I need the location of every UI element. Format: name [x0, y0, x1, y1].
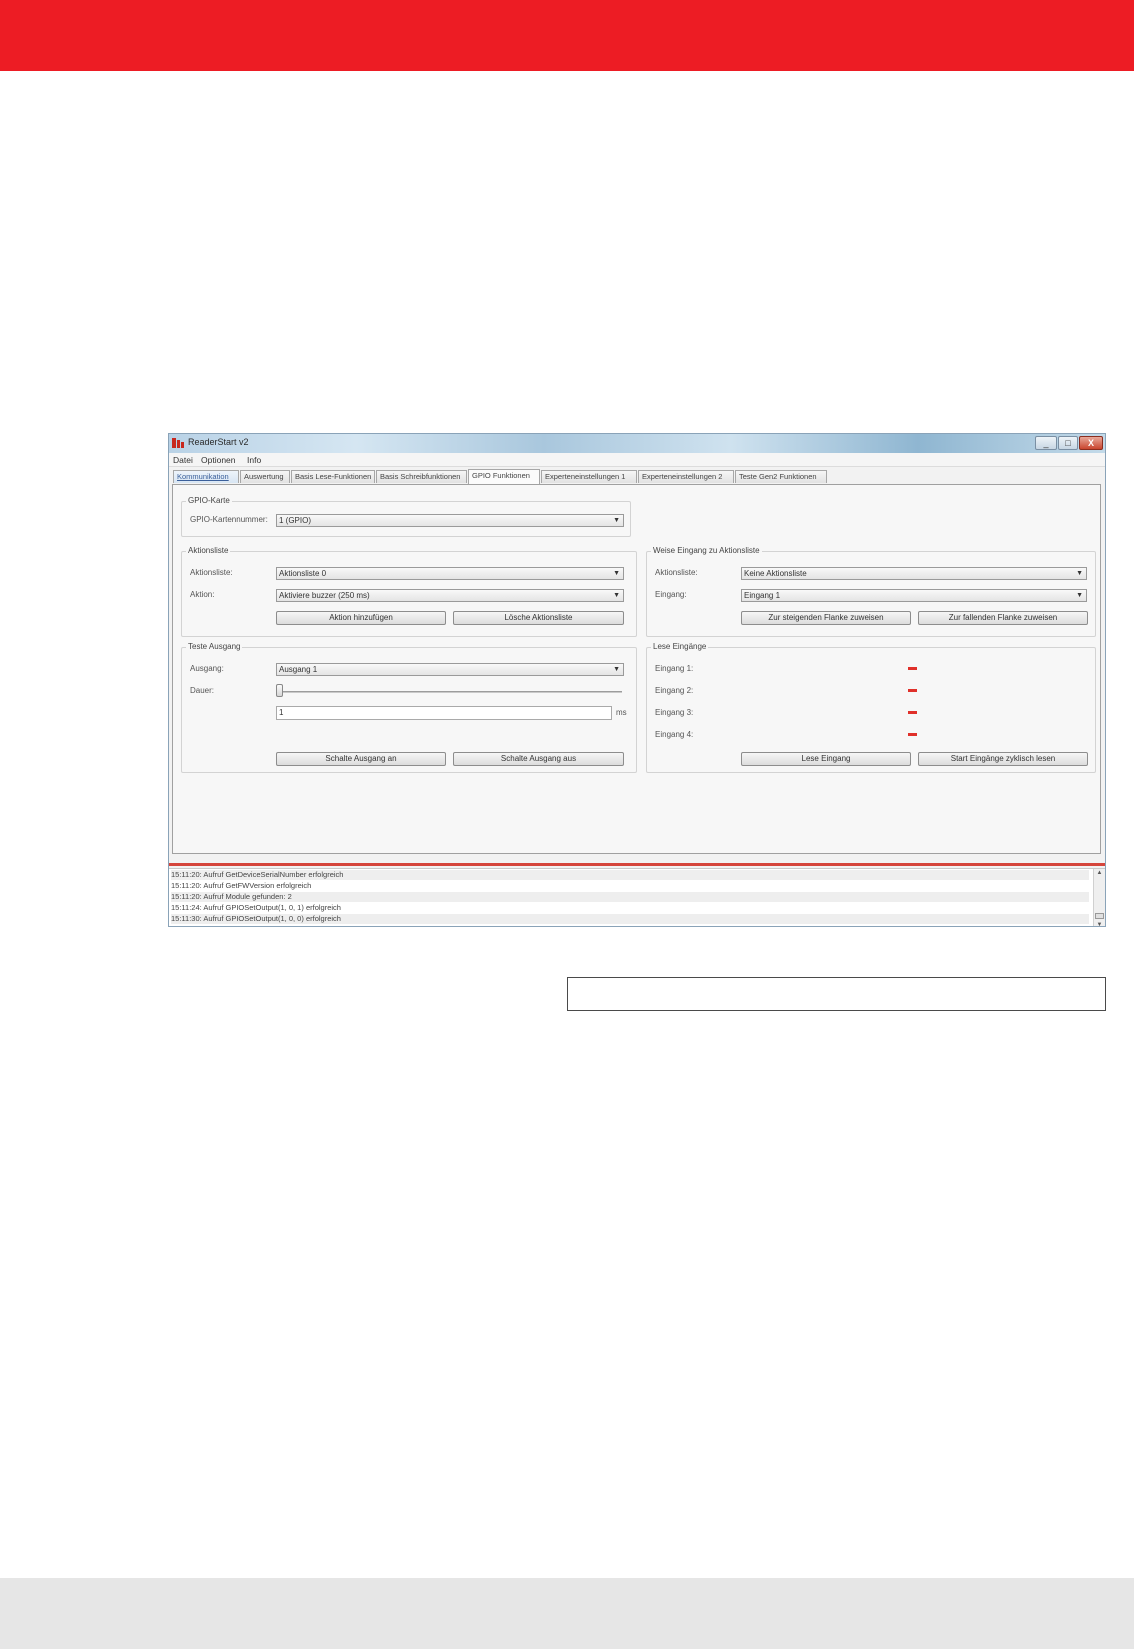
close-icon: X	[1087, 438, 1094, 448]
chevron-down-icon: ▼	[613, 517, 620, 524]
tab-teste-gen2-funktionen[interactable]: Teste Gen2 Funktionen	[735, 470, 827, 483]
minimize-button[interactable]: _	[1035, 436, 1057, 450]
action-select[interactable]: Aktiviere buzzer (250 ms) ▼	[276, 589, 624, 602]
log-line: 15:11:20: Aufruf GetFWVersion erfolgreic…	[171, 881, 312, 890]
log-scrollbar[interactable]: ▲ ▼	[1093, 869, 1105, 926]
close-button[interactable]: X	[1079, 436, 1103, 450]
delete-action-list-button[interactable]: Lösche Aktionsliste	[453, 611, 624, 625]
assign-list-value: Keine Aktionsliste	[744, 569, 807, 578]
menu-datei[interactable]: Datei	[173, 455, 193, 465]
app-logo-icon	[172, 437, 184, 449]
assign-input-label: Eingang:	[655, 590, 687, 599]
input-3-label: Eingang 3:	[655, 708, 694, 717]
output-off-button[interactable]: Schalte Ausgang aus	[453, 752, 624, 766]
input-4-label: Eingang 4:	[655, 730, 694, 739]
tab-gpio-funktionen[interactable]: GPIO Funktionen	[468, 469, 540, 484]
tab-experteneinstellungen-2[interactable]: Experteneinstellungen 2	[638, 470, 734, 483]
action-list-title: Aktionsliste	[186, 546, 231, 555]
menu-bar: Datei Optionen Info	[169, 453, 1105, 467]
caption-box	[567, 977, 1106, 1011]
gpio-panel: GPIO-Karte GPIO-Kartennummer: 1 (GPIO) ▼…	[172, 484, 1101, 854]
log-line: 15:11:30: Aufruf GPIOSetOutput(1, 0, 0) …	[171, 914, 1089, 924]
tab-auswertung[interactable]: Auswertung	[240, 470, 290, 483]
input-2-status-indicator	[908, 689, 917, 692]
tab-basis-schreibfunktionen[interactable]: Basis Schreibfunktionen	[376, 470, 467, 483]
output-label: Ausgang:	[190, 664, 224, 673]
output-on-button[interactable]: Schalte Ausgang an	[276, 752, 446, 766]
header-band	[0, 0, 1134, 71]
action-label: Aktion:	[190, 590, 215, 599]
action-value: Aktiviere buzzer (250 ms)	[279, 591, 370, 600]
action-list-label: Aktionsliste:	[190, 568, 233, 577]
read-input-button[interactable]: Lese Eingang	[741, 752, 911, 766]
chevron-down-icon: ▼	[613, 570, 620, 577]
gpio-card-title: GPIO-Karte	[186, 496, 232, 505]
log-output[interactable]: 15:11:20: Aufruf GetDeviceSerialNumber e…	[169, 868, 1105, 926]
duration-input-value: 1	[279, 708, 284, 717]
action-list-group: Aktionsliste Aktionsliste: Aktionsliste …	[181, 546, 637, 637]
log-separator	[169, 863, 1105, 866]
tab-strip: Kommunikation Auswertung Basis Lese-Funk…	[173, 469, 1103, 484]
assign-input-value: Eingang 1	[744, 591, 781, 600]
menu-info[interactable]: Info	[247, 455, 261, 465]
minimize-icon: _	[1043, 438, 1049, 448]
footer-band	[0, 1578, 1134, 1649]
duration-slider-thumb[interactable]	[276, 684, 283, 697]
maximize-button[interactable]: □	[1058, 436, 1078, 450]
assign-input-select[interactable]: Eingang 1 ▼	[741, 589, 1087, 602]
read-inputs-group: Lese Eingänge Eingang 1: Eingang 2: Eing…	[646, 642, 1096, 773]
gpio-card-group: GPIO-Karte GPIO-Kartennummer: 1 (GPIO) ▼	[181, 496, 631, 537]
assign-rising-edge-button[interactable]: Zur steigenden Flanke zuweisen	[741, 611, 911, 625]
log-line: 15:11:20: Aufruf Module gefunden: 2	[171, 892, 1089, 902]
input-2-label: Eingang 2:	[655, 686, 694, 695]
app-window: ReaderStart v2 _ □ X Datei Optionen Info…	[168, 433, 1106, 927]
chevron-down-icon: ▼	[1076, 592, 1083, 599]
input-1-label: Eingang 1:	[655, 664, 694, 673]
output-value: Ausgang 1	[279, 665, 318, 674]
output-select[interactable]: Ausgang 1 ▼	[276, 663, 624, 676]
duration-unit: ms	[616, 708, 627, 717]
chevron-down-icon: ▼	[613, 666, 620, 673]
tab-kommunikation[interactable]: Kommunikation	[173, 470, 239, 483]
menu-optionen[interactable]: Optionen	[201, 455, 236, 465]
scroll-thumb[interactable]	[1095, 913, 1104, 919]
duration-slider-track[interactable]	[278, 691, 622, 693]
assign-list-select[interactable]: Keine Aktionsliste ▼	[741, 567, 1087, 580]
read-inputs-title: Lese Eingänge	[651, 642, 709, 651]
chevron-down-icon: ▼	[613, 592, 620, 599]
duration-input[interactable]: 1	[276, 706, 612, 720]
duration-label: Dauer:	[190, 686, 215, 695]
input-4-status-indicator	[908, 733, 917, 736]
gpio-card-number-label: GPIO-Kartennummer:	[190, 515, 268, 524]
tab-basis-lese-funktionen[interactable]: Basis Lese-Funktionen	[291, 470, 375, 483]
assign-falling-edge-button[interactable]: Zur fallenden Flanke zuweisen	[918, 611, 1088, 625]
window-title: ReaderStart v2	[188, 437, 249, 447]
scroll-up-icon[interactable]: ▲	[1094, 870, 1105, 876]
test-output-title: Teste Ausgang	[186, 642, 243, 651]
log-line: 15:11:24: Aufruf GPIOSetOutput(1, 0, 1) …	[171, 903, 341, 912]
test-output-group: Teste Ausgang Ausgang: Ausgang 1 ▼ Dauer…	[181, 642, 637, 773]
chevron-down-icon: ▼	[1076, 570, 1083, 577]
action-list-value: Aktionsliste 0	[279, 569, 327, 578]
action-list-select[interactable]: Aktionsliste 0 ▼	[276, 567, 624, 580]
add-action-button[interactable]: Aktion hinzufügen	[276, 611, 446, 625]
gpio-card-number-value: 1 (GPIO)	[279, 516, 312, 525]
assign-input-group: Weise Eingang zu Aktionsliste Aktionslis…	[646, 546, 1096, 637]
gpio-card-number-select[interactable]: 1 (GPIO) ▼	[276, 514, 624, 527]
assign-input-title: Weise Eingang zu Aktionsliste	[651, 546, 762, 555]
log-line: 15:11:20: Aufruf GetDeviceSerialNumber e…	[171, 870, 1089, 880]
start-cyclic-read-button[interactable]: Start Eingänge zyklisch lesen	[918, 752, 1088, 766]
input-3-status-indicator	[908, 711, 917, 714]
maximize-icon: □	[1065, 438, 1071, 448]
tab-experteneinstellungen-1[interactable]: Experteneinstellungen 1	[541, 470, 637, 483]
input-1-status-indicator	[908, 667, 917, 670]
scroll-down-icon[interactable]: ▼	[1094, 922, 1105, 926]
title-bar[interactable]: ReaderStart v2 _ □ X	[169, 434, 1105, 453]
assign-list-label: Aktionsliste:	[655, 568, 698, 577]
